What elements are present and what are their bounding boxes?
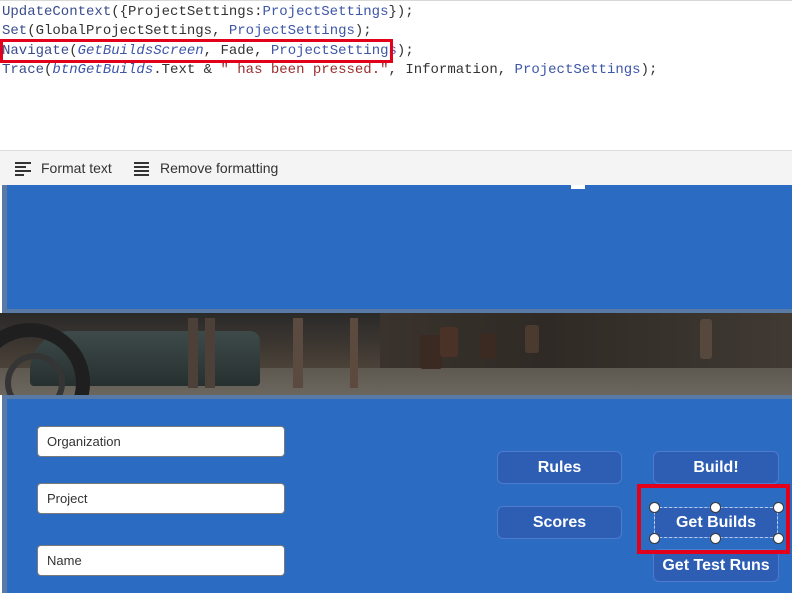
remove-formatting-button[interactable]: Remove formatting [134, 151, 278, 185]
code-token: ); [354, 23, 372, 39]
code-token: , [388, 62, 406, 78]
code-token: ProjectSettings [128, 4, 255, 20]
canvas-header-panel[interactable] [2, 185, 792, 313]
navigate-line-highlight [0, 39, 393, 63]
code-token: .Text & [153, 62, 221, 78]
get-builds-highlight [637, 484, 790, 554]
code-token: Trace [2, 62, 45, 78]
rules-button[interactable]: Rules [497, 451, 622, 484]
code-token: }); [388, 4, 414, 20]
format-text-icon [15, 161, 33, 176]
project-placeholder: Project [47, 491, 88, 506]
scores-button[interactable]: Scores [497, 506, 622, 539]
organization-input[interactable]: Organization [37, 426, 285, 457]
code-token: ( [27, 23, 36, 39]
code-token: ); [640, 62, 658, 78]
code-line-4[interactable]: Trace(btnGetBuilds.Text & " has been pre… [2, 60, 657, 80]
formula-editor[interactable]: UpdateContext({ProjectSettings:ProjectSe… [0, 0, 792, 150]
code-token: Set [2, 23, 28, 39]
code-token: ({ [111, 4, 129, 20]
code-token: ProjectSettings [228, 23, 355, 39]
organization-placeholder: Organization [47, 434, 121, 449]
format-toolbar: Format text Remove formatting [0, 150, 792, 185]
remove-formatting-icon [134, 161, 152, 176]
code-token: UpdateContext [2, 4, 112, 20]
format-text-label: Format text [41, 160, 112, 176]
project-input[interactable]: Project [37, 483, 285, 514]
code-token: GlobalProjectSettings [35, 23, 213, 39]
code-token: , [497, 62, 515, 78]
code-token: ProjectSettings [262, 4, 389, 20]
format-text-button[interactable]: Format text [15, 151, 112, 185]
code-token: ); [396, 43, 414, 59]
name-placeholder: Name [47, 553, 82, 568]
code-line-2[interactable]: Set(GlobalProjectSettings, ProjectSettin… [2, 21, 372, 41]
canvas-resize-grip[interactable] [571, 185, 585, 189]
code-token: " has been pressed." [220, 62, 389, 78]
editor-border [0, 0, 792, 1]
code-token: , [212, 23, 229, 39]
code-token: Information [405, 62, 498, 78]
name-input[interactable]: Name [37, 545, 285, 576]
code-token: btnGetBuilds [52, 62, 154, 78]
build-button[interactable]: Build! [653, 451, 779, 484]
code-line-1[interactable]: UpdateContext({ProjectSettings:ProjectSe… [2, 2, 414, 22]
code-token: ProjectSettings [514, 62, 641, 78]
background-scene-image [0, 313, 792, 395]
remove-formatting-label: Remove formatting [160, 160, 279, 176]
